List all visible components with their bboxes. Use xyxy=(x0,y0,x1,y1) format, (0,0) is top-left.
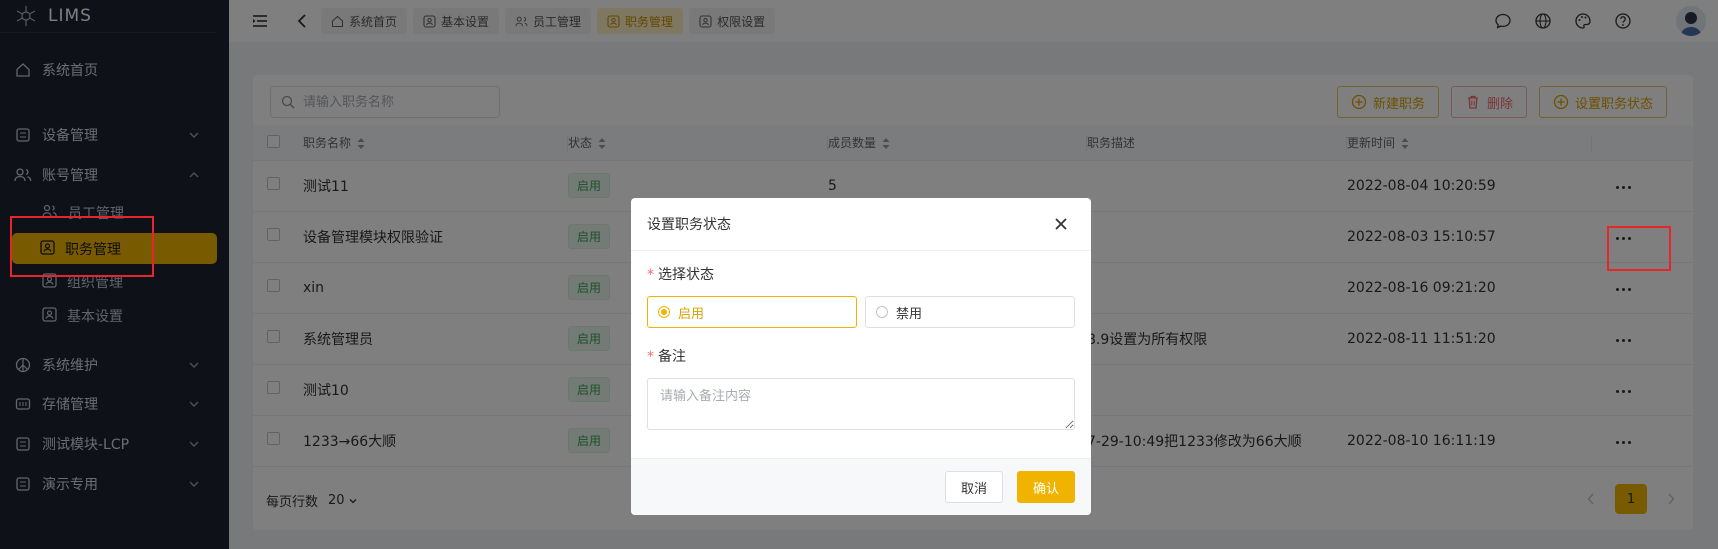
radio-dot xyxy=(658,306,670,318)
confirm-button[interactable]: 确认 xyxy=(1016,471,1075,503)
set-status-dialog: 设置职务状态 *选择状态 启用 禁用 *备注 取消 确认 xyxy=(631,198,1091,515)
remark-field-label: * 备注 xyxy=(647,346,686,366)
status-field-label: * 选择状态 xyxy=(647,264,714,284)
close-icon[interactable] xyxy=(1053,216,1069,232)
dialog-header: 设置职务状态 xyxy=(631,198,1091,251)
cancel-button[interactable]: 取消 xyxy=(944,471,1003,503)
status-label-text: 选择状态 xyxy=(658,267,714,283)
required-mark: * xyxy=(647,349,654,365)
required-mark: * xyxy=(647,267,654,283)
radio-disable[interactable]: 禁用 xyxy=(865,296,1075,328)
radio-dot xyxy=(876,306,888,318)
radio-label: 禁用 xyxy=(896,306,923,322)
remark-label-text: 备注 xyxy=(658,349,686,365)
remark-textarea[interactable] xyxy=(647,378,1075,430)
dialog-title: 设置职务状态 xyxy=(647,217,731,233)
radio-enable[interactable]: 启用 xyxy=(647,296,857,328)
radio-label: 启用 xyxy=(678,306,705,322)
dialog-footer: 取消 确认 xyxy=(631,458,1091,515)
